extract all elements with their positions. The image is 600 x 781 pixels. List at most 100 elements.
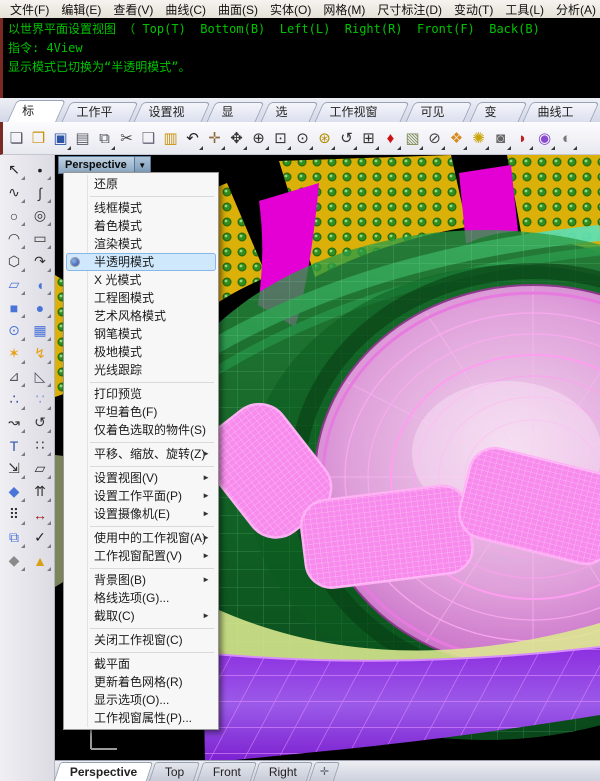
context-menu-item[interactable]: 工作视窗属性(P)... ► [66,709,216,727]
fillet-tool[interactable]: ↯ [27,342,53,365]
text-tool[interactable]: T [1,434,27,457]
named-view-icon[interactable]: ♦ [380,126,401,151]
arc-tool[interactable]: ◠ [1,227,27,250]
cut-icon[interactable]: ✂ [116,126,137,151]
zoom-selected-icon[interactable]: ⊛ [314,126,335,151]
control-point-curve-tool[interactable]: ∫ [27,181,53,204]
context-menu-item[interactable]: 背景图(B) ► [66,571,216,589]
polyline-tool[interactable]: ∿ [1,181,27,204]
command-prompt[interactable]: 指令: [8,77,600,96]
context-menu-item[interactable]: 打印预览 ► [66,385,216,403]
color-wheel-icon[interactable]: ◉ [534,126,555,151]
toolbar-tab[interactable]: 可见性 [406,102,473,122]
edit-points-tool[interactable]: ∷ [27,434,53,457]
context-menu-item[interactable]: 光线跟踪 ► [66,361,216,379]
menu-bar-item[interactable]: 工具(L) [499,1,550,18]
context-menu-item[interactable]: 钢笔模式 ► [66,325,216,343]
paste-icon[interactable]: ▥ [160,126,181,151]
viewport-title[interactable]: Perspective [59,159,134,171]
context-menu-item[interactable]: 设置摄像机(E) ► [66,505,216,523]
torus-tool[interactable]: ⊙ [1,319,27,342]
context-menu-item[interactable]: 工程图模式 ► [66,289,216,307]
zoom-window-icon[interactable]: ⊡ [270,126,291,151]
context-menu-item[interactable]: 线框模式 ► [66,199,216,217]
context-menu-item[interactable]: 关闭工作视窗(C) ► [66,631,216,649]
toolbar-tab[interactable]: 设置视图 [134,102,211,122]
viewport-tab[interactable]: Top [149,762,201,781]
undo-view-icon[interactable]: ↺ [336,126,357,151]
viewport-tab[interactable]: ✛ [309,762,340,781]
context-menu-item[interactable]: 工作视窗配置(V) ► [66,547,216,565]
context-menu-item[interactable]: 极地模式 ► [66,343,216,361]
point-tool[interactable]: • [27,158,53,181]
display-mode-icon[interactable]: ◗ [512,126,533,151]
save-icon[interactable]: ▣ [50,126,71,151]
context-menu-item[interactable]: 平坦着色(F) ► [66,403,216,421]
viewport-tab[interactable]: Front [197,762,257,781]
curve-handle-tool[interactable]: ↷ [27,250,53,273]
context-menu-item[interactable]: 平移、缩放、旋转(Z) ► [66,445,216,463]
context-menu-item[interactable]: 格线选项(G)... ► [66,589,216,607]
context-menu-item[interactable]: 截取(C) ► [66,607,216,625]
print-icon[interactable]: ▤ [72,126,93,151]
toolbar-tab[interactable]: 工作视窗配置 [314,102,409,122]
polygon-tool[interactable]: ⬡ [1,250,27,273]
context-menu-item[interactable]: 更新着色网格(R) ► [66,673,216,691]
mesh-tool[interactable]: ▦ [27,319,53,342]
menu-bar-item[interactable]: 实体(O) [264,1,317,18]
explode-tool[interactable]: ✶ [1,342,27,365]
context-menu-item[interactable]: 显示选项(O)... ► [66,691,216,709]
menu-bar-item[interactable]: 查看(V) [107,1,159,18]
rectangle-tool[interactable]: ▭ [27,227,53,250]
open-file-icon[interactable]: ❒ [28,126,49,151]
viewport-tab[interactable]: Right [253,762,313,781]
context-menu-item[interactable]: 使用中的工作视窗(A) ► [66,529,216,547]
chamfer-surface-tool[interactable]: ◺ [27,365,53,388]
box-tool[interactable]: ■ [1,296,27,319]
new-file-icon[interactable]: ❏ [6,126,27,151]
layer-state-icon[interactable]: ❖ [446,126,467,151]
circle-tool[interactable]: ○ [1,204,27,227]
solid-union-tool[interactable]: ◆ [1,480,27,503]
set-cplane-icon[interactable]: ⊘ [424,126,445,151]
context-menu-item[interactable]: X 光模式 ► [66,271,216,289]
viewport-tab[interactable]: Perspective [54,762,154,781]
command-history-panel[interactable]: 以世界平面设置视图 （ Top(T) Bottom(B) Left(L) Rig… [0,18,600,98]
context-menu-item[interactable]: 截平面 ► [66,655,216,673]
zoom-dynamic-icon[interactable]: ⊙ [292,126,313,151]
shaded-view-icon[interactable]: ◐ [556,126,577,151]
surface-plane-tool[interactable]: ▱ [1,273,27,296]
lock-icon[interactable]: ◙ [490,126,511,151]
toolbar-tab[interactable]: 变动 [469,102,527,122]
drape-tool[interactable]: ◆ [1,549,27,572]
toolbar-tab[interactable]: 显示 [207,102,265,122]
rotate-tool[interactable]: ↺ [27,411,53,434]
copy-icon[interactable]: ❑ [138,126,159,151]
undo-icon[interactable]: ↶ [182,126,203,151]
dimension-tool[interactable]: ↔ [27,503,53,526]
zoom-in-icon[interactable]: ⊕ [248,126,269,151]
select-tool[interactable]: ↖ [1,158,27,181]
context-menu-item[interactable]: 艺术风格模式 ► [66,307,216,325]
shear-tool[interactable]: ▱ [27,457,53,480]
cone-tool[interactable]: ▲ [27,549,53,572]
surface-patch-tool[interactable]: ◖ [27,273,53,296]
ellipse-tool[interactable]: ◎ [27,204,53,227]
context-menu-item[interactable]: 着色模式 ► [66,217,216,235]
boolean-difference-tool[interactable]: ∵ [27,388,53,411]
check-tool[interactable]: ✓ [27,526,53,549]
viewport-layout-icon[interactable]: ⊞ [358,126,379,151]
viewport-title-menu-button[interactable]: ▼ [134,157,150,173]
copy-objects-tool[interactable]: ⧉ [1,526,27,549]
toolbar-tab[interactable]: 选取 [261,102,319,122]
context-menu-item[interactable]: 设置视图(V) ► [66,469,216,487]
menu-bar-item[interactable]: 网格(M) [317,1,371,18]
menu-bar-item[interactable]: 文件(F) [4,1,55,18]
scale-tool[interactable]: ⇲ [1,457,27,480]
rotate-view-icon[interactable]: ✥ [226,126,247,151]
boolean-union-tool[interactable]: ∴ [1,388,27,411]
toolbar-tab[interactable]: 标准 [7,100,66,122]
toolbar-tab[interactable]: 工作平面 [61,102,138,122]
light-icon[interactable]: ✺ [468,126,489,151]
context-menu-item[interactable]: 渲染模式 ► [66,235,216,253]
